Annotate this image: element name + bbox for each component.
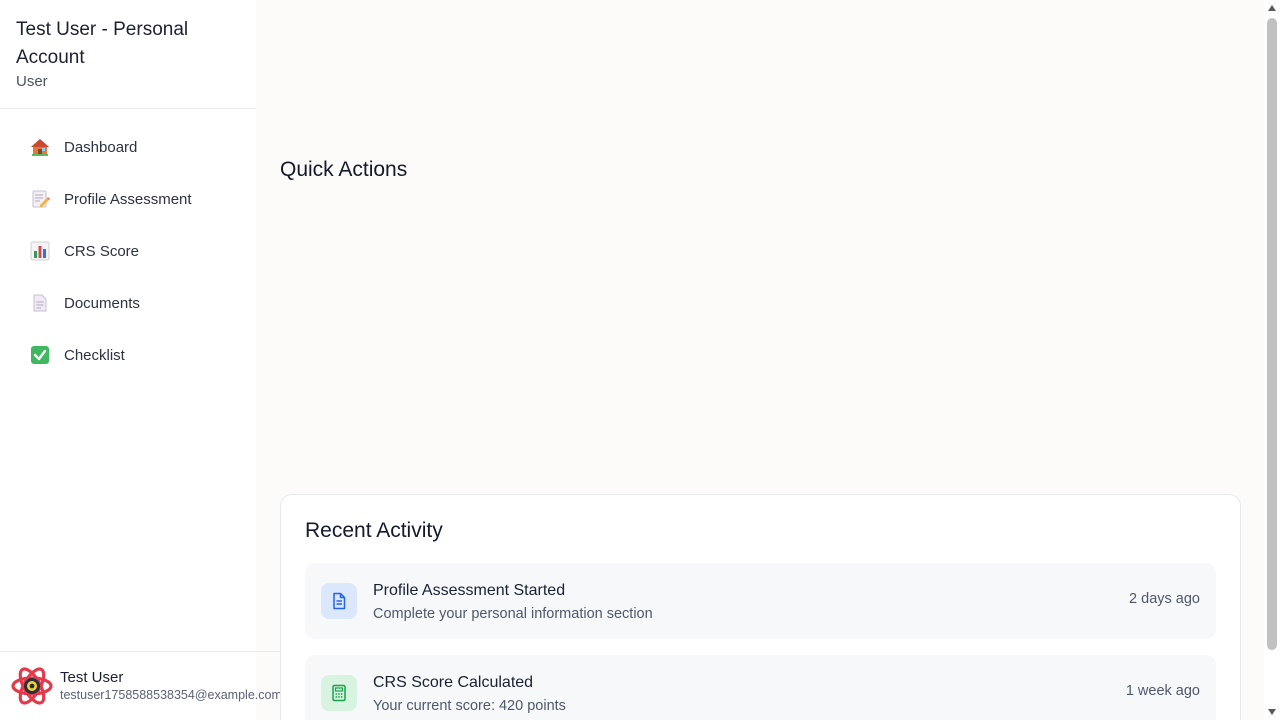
quick-actions-title: Quick Actions bbox=[280, 158, 408, 181]
house-icon bbox=[30, 137, 50, 157]
activity-time: 2 days ago bbox=[1129, 591, 1200, 607]
activity-text: CRS Score Calculated Your current score:… bbox=[373, 673, 566, 717]
scroll-down-arrow-icon[interactable] bbox=[1268, 709, 1276, 715]
activity-item[interactable]: Profile Assessment Started Complete your… bbox=[305, 563, 1216, 639]
account-header: Test User - Personal Account User bbox=[0, 0, 256, 109]
activity-title: CRS Score Calculated bbox=[373, 674, 534, 691]
sidebar-item-documents[interactable]: Documents bbox=[16, 283, 240, 323]
sidebar-item-label: Checklist bbox=[64, 346, 125, 364]
scrollbar-thumb[interactable] bbox=[1267, 18, 1277, 650]
sidebar-item-profile-assessment[interactable]: Profile Assessment bbox=[16, 179, 240, 219]
sidebar-item-label: Dashboard bbox=[64, 138, 138, 156]
sidebar-item-label: Documents bbox=[64, 294, 140, 312]
sidebar-nav: Dashboard Profile Assessment CRS Score D… bbox=[0, 109, 256, 375]
user-profile[interactable]: Test User testuser1758588538354@example.… bbox=[0, 651, 282, 720]
activity-time: 1 week ago bbox=[1125, 683, 1200, 699]
activity-subtitle: Your current score: 420 points bbox=[373, 698, 566, 714]
user-email: testuser1758588538354@example.com bbox=[60, 687, 282, 702]
main-content: Quick Actions Recent Activity Profile As… bbox=[256, 0, 1264, 720]
recent-activity-title: Recent Activity bbox=[305, 519, 443, 542]
sidebar-item-label: CRS Score bbox=[64, 242, 140, 260]
account-name: Test User - Personal Account bbox=[16, 19, 189, 68]
sidebar-item-dashboard[interactable]: Dashboard bbox=[16, 127, 240, 167]
sidebar-item-label: Profile Assessment bbox=[64, 190, 192, 208]
avatar bbox=[11, 665, 53, 707]
memo-icon bbox=[30, 189, 50, 209]
activity-title: Profile Assessment Started bbox=[373, 582, 566, 599]
user-name: Test User bbox=[60, 668, 124, 686]
activity-item[interactable]: CRS Score Calculated Your current score:… bbox=[305, 655, 1216, 720]
recent-activity-card: Recent Activity Profile Assessment Start… bbox=[280, 494, 1241, 720]
calculator-icon bbox=[321, 675, 357, 711]
check-mark-icon bbox=[30, 345, 50, 365]
sidebar-item-crs-score[interactable]: CRS Score bbox=[16, 231, 240, 271]
sidebar-item-checklist[interactable]: Checklist bbox=[16, 335, 240, 375]
vertical-scrollbar[interactable] bbox=[1264, 0, 1280, 720]
activity-subtitle: Complete your personal information secti… bbox=[373, 606, 653, 622]
scroll-up-arrow-icon[interactable] bbox=[1268, 5, 1276, 11]
activity-text: Profile Assessment Started Complete your… bbox=[373, 581, 653, 625]
bar-chart-icon bbox=[30, 241, 50, 261]
sidebar: Test User - Personal Account User Dashbo… bbox=[0, 0, 282, 720]
account-role: User bbox=[16, 73, 48, 90]
user-info: Test User testuser1758588538354@example.… bbox=[60, 669, 282, 704]
document-icon bbox=[321, 583, 357, 619]
document-icon bbox=[30, 293, 50, 313]
